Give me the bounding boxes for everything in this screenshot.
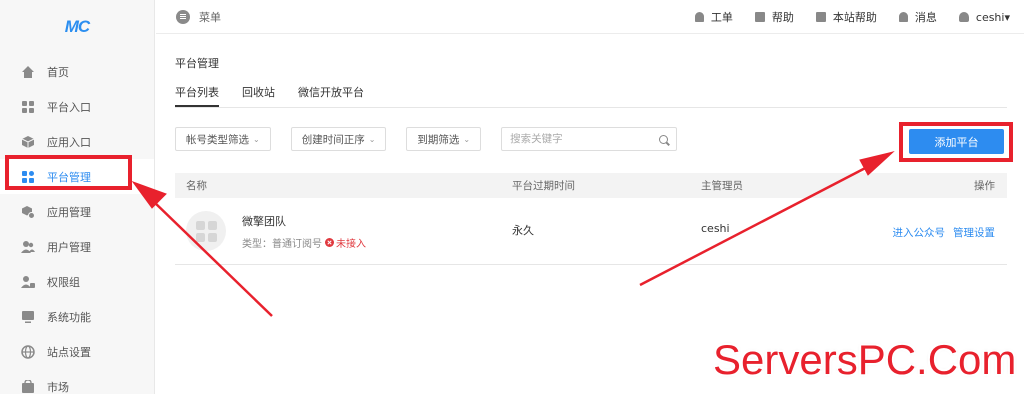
home-icon (21, 65, 35, 79)
platform-type: 类型：普通订阅号 未接入 (242, 235, 366, 250)
tab-wechat-open-platform[interactable]: 微信开放平台 (298, 84, 364, 107)
arrow-head-right-icon (859, 151, 895, 176)
watermark: ServersPC.Com (713, 336, 1017, 383)
bell-icon (898, 12, 908, 22)
bag-icon (815, 12, 826, 22)
status-label: 未接入 (336, 239, 366, 250)
enter-account-link[interactable]: 进入公众号 (893, 225, 946, 240)
sidebar-item-platform-entry[interactable]: 平台入口 (0, 89, 154, 124)
filter-label: 帐号类型筛选 (186, 133, 249, 146)
menu-toggle-button[interactable]: 菜单 (176, 9, 221, 25)
header-expire: 平台过期时间 (512, 180, 575, 192)
sidebar-item-label: 权限组 (47, 275, 80, 289)
messages-link[interactable]: 消息 (898, 9, 937, 25)
bell-icon (694, 12, 704, 22)
chevron-down-icon: ⌄ (253, 134, 260, 144)
sidebar-item-label: 应用入口 (47, 135, 91, 149)
expiry-filter[interactable]: 到期筛选 ⌄ (406, 127, 482, 151)
expire-value: 永久 (512, 224, 534, 237)
sidebar-item-market[interactable]: 市场 (0, 369, 154, 394)
box-settings-icon (21, 205, 35, 219)
site-help-link[interactable]: 本站帮助 (815, 9, 877, 25)
globe-icon (21, 344, 35, 359)
filters: 帐号类型筛选 ⌄ 创建时间正序 ⌄ 到期筛选 ⌄ (175, 127, 678, 151)
menu-label: 菜单 (199, 10, 221, 24)
filter-label: 创建时间正序 (301, 133, 365, 146)
platform-name: 微擎团队 (242, 215, 286, 228)
status-badge: 未接入 (325, 235, 366, 250)
page-title: 平台管理 (175, 57, 219, 70)
account-type-filter[interactable]: 帐号类型筛选 ⌄ (175, 127, 271, 151)
grid-icon (21, 100, 35, 114)
sidebar-item-label: 用户管理 (47, 240, 91, 254)
tab-platform-list[interactable]: 平台列表 (175, 84, 219, 107)
chevron-down-icon: ⌄ (368, 134, 376, 144)
sidebar-item-user-management[interactable]: 用户管理 (0, 229, 154, 264)
admin-value: ceshi (701, 222, 730, 235)
chevron-down-icon: ⌄ (463, 134, 471, 144)
tabs: 平台列表 回收站 微信开放平台 (175, 84, 1007, 108)
tab-recycle-bin[interactable]: 回收站 (242, 84, 275, 107)
users-icon (21, 240, 35, 254)
platform-type-label: 类型：普通订阅号 (242, 239, 322, 250)
header-admin: 主管理员 (701, 180, 743, 192)
search-input[interactable] (510, 133, 660, 145)
shop-icon (21, 379, 35, 394)
sidebar-item-system-functions[interactable]: 系统功能 (0, 299, 154, 334)
user-menu[interactable]: ceshi▾ (958, 10, 1010, 24)
sidebar-item-app-entry[interactable]: 应用入口 (0, 124, 154, 159)
help-label: 帮助 (771, 11, 794, 24)
highlight-box-platform-management (5, 155, 132, 190)
messages-label: 消息 (914, 11, 937, 24)
table-header: 名称 平台过期时间 主管理员 操作 (175, 173, 1007, 198)
table-row: 微擎团队 类型：普通订阅号 未接入 永久 ceshi 进入公众号 管理设置 (175, 198, 1007, 265)
site-help-label: 本站帮助 (832, 11, 877, 24)
created-time-sort[interactable]: 创建时间正序 ⌄ (290, 127, 387, 151)
user-icon (958, 12, 969, 22)
highlight-box-add-platform (899, 122, 1013, 162)
ticket-label: 工单 (710, 11, 733, 24)
sidebar-item-label: 应用管理 (47, 205, 91, 219)
header-ops: 操作 (974, 180, 995, 192)
sidebar-item-app-management[interactable]: 应用管理 (0, 194, 154, 229)
cube-icon (21, 135, 35, 149)
top-right-links: 工单 帮助 本站帮助 消息 ceshi▾ (673, 0, 1024, 34)
sidebar-item-permission-group[interactable]: 权限组 (0, 264, 154, 299)
app: MC 首页 平台入口 应用入口 平台管理 应用管理 用户管理 权限组 系统功能 … (0, 0, 1024, 394)
topbar: 菜单 工单 帮助 本站帮助 消息 ceshi▾ (156, 0, 1024, 34)
user-lock-icon (21, 275, 35, 289)
monitor-icon (21, 310, 35, 324)
error-icon (325, 238, 334, 247)
sidebar-item-label: 站点设置 (47, 345, 91, 359)
sidebar: MC 首页 平台入口 应用入口 平台管理 应用管理 用户管理 权限组 系统功能 … (0, 0, 155, 394)
logo[interactable]: MC (0, 0, 154, 54)
manage-settings-link[interactable]: 管理设置 (953, 225, 995, 240)
platform-avatar (186, 211, 226, 251)
sidebar-item-label: 首页 (47, 65, 69, 79)
sidebar-item-label: 系统功能 (47, 310, 91, 324)
search-icon[interactable] (659, 134, 669, 144)
help-link[interactable]: 帮助 (754, 9, 794, 25)
menu-icon (176, 9, 190, 24)
bag-icon (754, 12, 765, 22)
sidebar-item-label: 平台入口 (47, 100, 91, 114)
header-name: 名称 (186, 180, 207, 192)
sidebar-item-label: 市场 (47, 380, 69, 394)
sidebar-item-home[interactable]: 首页 (0, 54, 154, 89)
filter-label: 到期筛选 (417, 133, 460, 146)
username: ceshi▾ (975, 10, 1010, 24)
search-box (501, 127, 678, 151)
ticket-link[interactable]: 工单 (694, 9, 733, 25)
row-actions: 进入公众号 管理设置 (885, 225, 996, 240)
sidebar-item-site-settings[interactable]: 站点设置 (0, 334, 154, 369)
